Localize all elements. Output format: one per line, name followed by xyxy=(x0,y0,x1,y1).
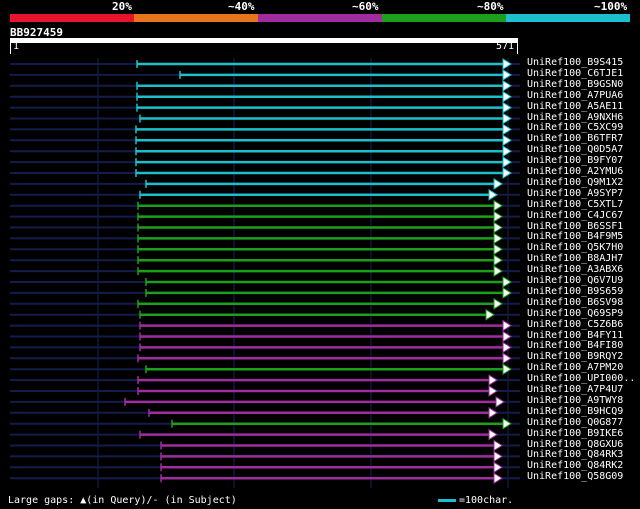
hit-arrow-head xyxy=(502,363,512,376)
hit-label[interactable]: UniRef100_B9S659 xyxy=(527,286,623,297)
hit-label[interactable]: UniRef100_B9HCQ9 xyxy=(527,406,623,417)
hit-label[interactable]: UniRef100_B4F9M5 xyxy=(527,231,623,242)
hit-arrow-head xyxy=(502,352,512,365)
hit-label[interactable]: UniRef100_B9GSN0 xyxy=(527,79,623,90)
hit-label[interactable]: UniRef100_Q0D5A7 xyxy=(527,144,623,155)
hit-label[interactable]: UniRef100_Q8GXU6 xyxy=(527,439,623,450)
hit-label[interactable]: UniRef100_A9SYP7 xyxy=(527,188,623,199)
hit-arrow-head xyxy=(502,101,512,114)
hit-label[interactable]: UniRef100_C4JC67 xyxy=(527,210,623,221)
hit-arrow-head xyxy=(493,221,503,234)
hit-label[interactable]: UniRef100_A9TWY8 xyxy=(527,395,623,406)
hit-arrow-head xyxy=(502,134,512,147)
hit-arrow-head xyxy=(493,210,503,223)
hit-arrow-head xyxy=(493,177,503,190)
hit-arrow-head xyxy=(502,330,512,343)
hit-label[interactable]: UniRef100_B4FY11 xyxy=(527,330,623,341)
hit-arrow-head xyxy=(488,374,498,387)
hit-label[interactable]: UniRef100_Q0G877 xyxy=(527,417,623,428)
hit-arrow-head xyxy=(493,243,503,256)
hit-arrow-head xyxy=(502,58,512,70)
hit-arrow-head xyxy=(493,199,503,212)
hit-arrow-head xyxy=(488,385,498,397)
hit-label[interactable]: UniRef100_Q58G09 xyxy=(527,471,623,482)
hit-arrow-head xyxy=(493,450,503,463)
hit-arrow-head xyxy=(493,232,503,245)
hit-arrow-head xyxy=(485,308,495,321)
hit-arrow-head xyxy=(493,439,503,452)
hit-label[interactable]: UniRef100_Q9M1X2 xyxy=(527,177,623,188)
hit-arrow-head xyxy=(493,254,503,267)
hit-arrow-head xyxy=(502,145,512,158)
hit-arrow-head xyxy=(502,123,512,136)
scale-bar xyxy=(438,499,456,502)
hit-label[interactable]: UniRef100_A7P4U7 xyxy=(527,384,623,395)
hit-label[interactable]: UniRef100_B4FI80 xyxy=(527,340,623,351)
hit-label[interactable]: UniRef100_Q84RK3 xyxy=(527,449,623,460)
hit-label[interactable]: UniRef100_A5AE11 xyxy=(527,101,623,112)
hit-label[interactable]: UniRef100_B6SV98 xyxy=(527,297,623,308)
hit-label[interactable]: UniRef100_B6TFR7 xyxy=(527,133,623,144)
hit-label[interactable]: UniRef100_B9S415 xyxy=(527,57,623,68)
hit-label[interactable]: UniRef100_Q6V7U9 xyxy=(527,275,623,286)
hit-arrow-head xyxy=(502,68,512,81)
hit-arrow-head xyxy=(502,156,512,169)
hit-arrow-head xyxy=(502,112,512,125)
hit-label[interactable]: UniRef100_C5Z6B6 xyxy=(527,319,623,330)
hit-label[interactable]: UniRef100_B8AJH7 xyxy=(527,253,623,264)
hit-label[interactable]: UniRef100_UPI000.. xyxy=(527,373,635,384)
hit-label[interactable]: UniRef100_A7PM20 xyxy=(527,362,623,373)
hit-arrow-head xyxy=(495,395,505,408)
hit-arrow-head xyxy=(502,79,512,92)
hit-arrow-head xyxy=(502,319,512,332)
hit-label[interactable]: UniRef100_A7PUA6 xyxy=(527,90,623,101)
large-gaps-legend: Large gaps: ▲(in Query)/- (in Subject) xyxy=(8,495,237,506)
hit-label[interactable]: UniRef100_B9FY07 xyxy=(527,155,623,166)
hit-label[interactable]: UniRef100_B9IKE6 xyxy=(527,428,623,439)
hit-arrow-head xyxy=(502,417,512,430)
hit-label[interactable]: UniRef100_C5XC99 xyxy=(527,122,623,133)
hit-label[interactable]: UniRef100_Q69SP9 xyxy=(527,308,623,319)
hit-arrow-head xyxy=(493,265,503,278)
hit-arrow-head xyxy=(488,406,498,419)
hit-label[interactable]: UniRef100_A2YMU6 xyxy=(527,166,623,177)
hit-label[interactable]: UniRef100_A3ABX6 xyxy=(527,264,623,275)
hit-label[interactable]: UniRef100_Q5K7H0 xyxy=(527,242,623,253)
hit-label[interactable]: UniRef100_Q84RK2 xyxy=(527,460,623,471)
hit-arrow-head xyxy=(493,461,503,474)
hit-arrow-head xyxy=(502,286,512,299)
hit-arrow-head xyxy=(488,428,498,441)
hit-arrow-head xyxy=(502,276,512,288)
hit-arrow-head xyxy=(493,297,503,310)
scale-label: =100char. xyxy=(459,495,514,506)
hit-label[interactable]: UniRef100_A9NXH6 xyxy=(527,112,623,123)
hit-label[interactable]: UniRef100_B9RQY2 xyxy=(527,351,623,362)
hit-label[interactable]: UniRef100_B6SSF1 xyxy=(527,221,623,232)
hit-arrow-head xyxy=(502,90,512,103)
hit-arrow-head xyxy=(488,188,498,201)
hit-label[interactable]: UniRef100_C6TJE1 xyxy=(527,68,623,79)
hit-label[interactable]: UniRef100_C5XTL7 xyxy=(527,199,623,210)
hit-arrow-head xyxy=(502,341,512,354)
hit-arrow-head xyxy=(502,167,512,179)
hit-arrow-head xyxy=(493,472,503,485)
